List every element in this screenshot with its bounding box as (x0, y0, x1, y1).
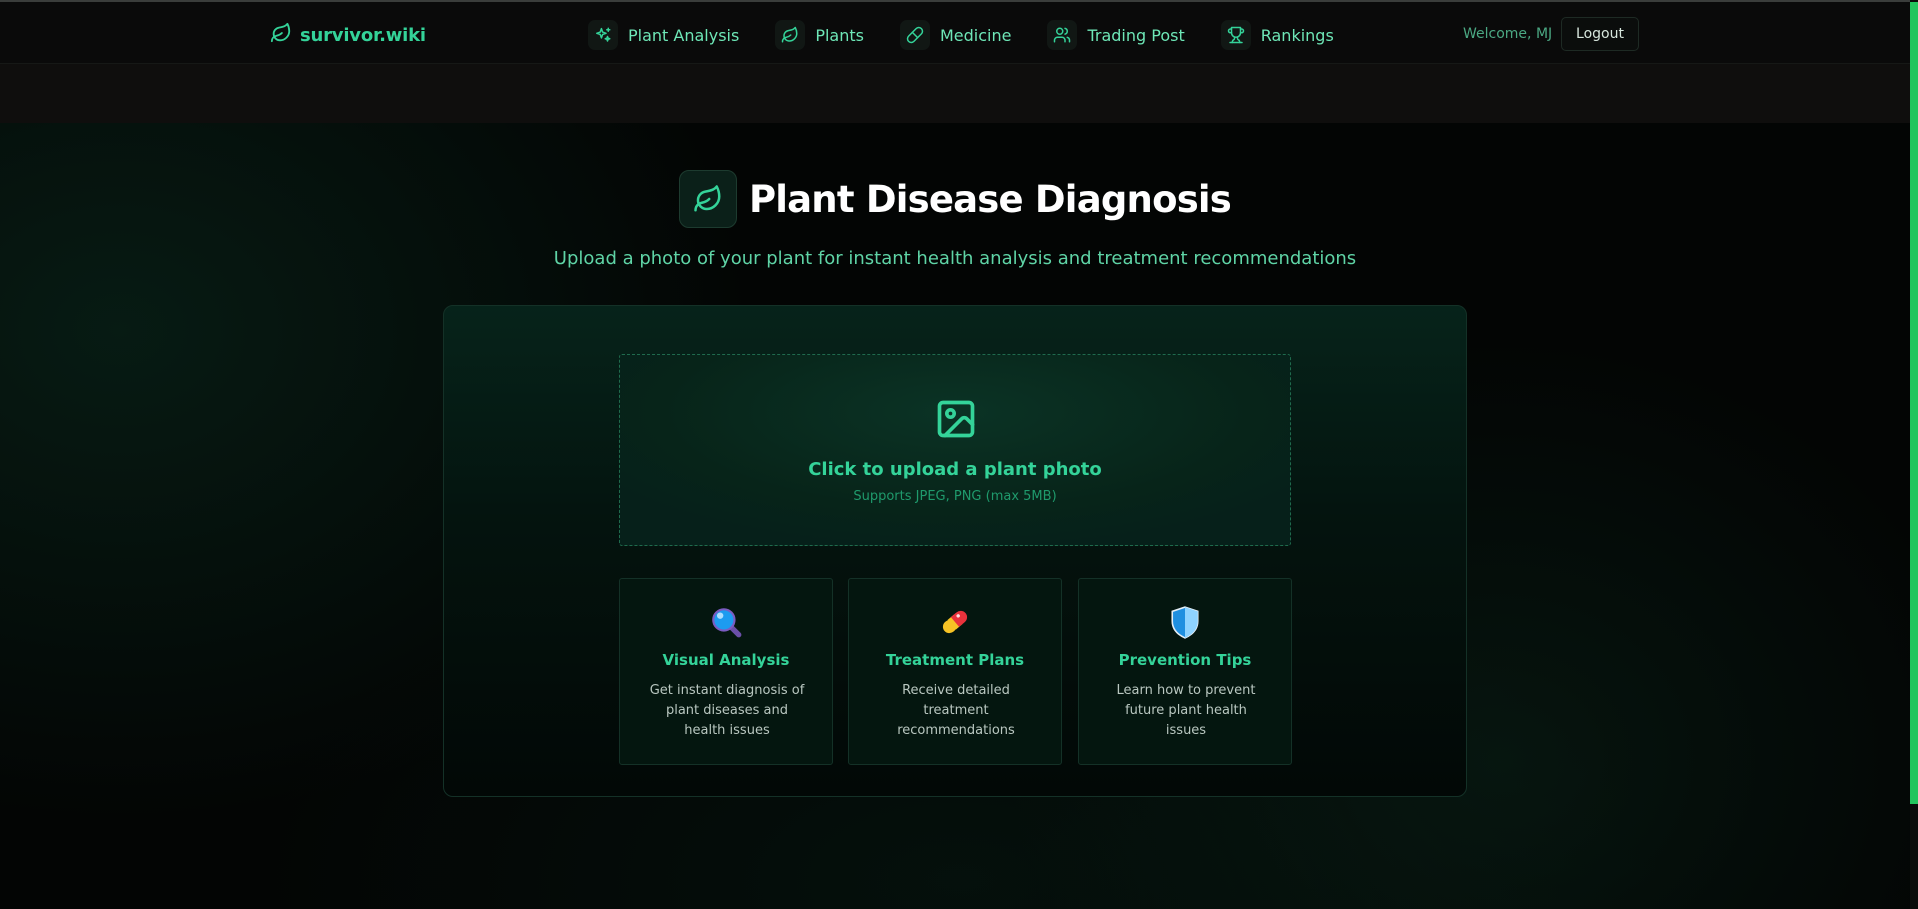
nav-item-medicine[interactable]: Medicine (899, 20, 1012, 50)
sparkles-icon (588, 20, 618, 50)
users-icon (1047, 20, 1078, 50)
nav-item-rankings[interactable]: Rankings (1220, 20, 1334, 50)
feature-title: Visual Analysis (662, 651, 790, 669)
top-navbar: survivor.wiki Plant Analysis Plants Medi… (0, 2, 1910, 64)
scrollbar-thumb[interactable] (1910, 2, 1918, 804)
trophy-icon (1220, 20, 1251, 50)
brand-logo-link[interactable]: survivor.wiki (270, 22, 426, 48)
page-subtitle: Upload a photo of your plant for instant… (553, 248, 1357, 269)
logout-button[interactable]: Logout (1561, 17, 1639, 51)
secondary-bar (0, 64, 1910, 123)
page-header: Plant Disease Diagnosis (0, 170, 1910, 228)
feature-card-visual-analysis: Visual Analysis Get instant diagnosis of… (619, 578, 833, 765)
welcome-text: Welcome, MJ (1463, 26, 1553, 42)
leaf-icon (678, 170, 737, 228)
feature-card-prevention-tips: Prevention Tips Learn how to prevent fut… (1078, 578, 1292, 765)
nav-label: Plants (815, 25, 864, 45)
magnifier-icon (620, 605, 832, 639)
brand-name: survivor.wiki (300, 24, 426, 46)
nav-item-plant-analysis[interactable]: Plant Analysis (588, 20, 739, 50)
upload-hint: Supports JPEG, PNG (max 5MB) (853, 489, 1057, 504)
upload-title: Click to upload a plant photo (808, 459, 1102, 480)
nav-item-plants[interactable]: Plants (775, 20, 864, 50)
nav-label: Trading Post (1087, 25, 1185, 45)
feature-title: Treatment Plans (885, 651, 1025, 669)
pill-icon (899, 20, 930, 50)
leaf-icon (775, 20, 806, 50)
shield-icon (1079, 605, 1291, 639)
nav-label: Plant Analysis (628, 25, 740, 45)
leaf-icon (270, 22, 292, 48)
feature-title: Prevention Tips (1118, 651, 1252, 669)
feature-description: Receive detailed treatment recommendatio… (897, 683, 1015, 738)
pill-icon (849, 605, 1061, 639)
feature-card-treatment-plans: Treatment Plans Receive detailed treatme… (848, 578, 1062, 765)
photo-upload-dropzone[interactable]: Click to upload a plant photo Supports J… (619, 354, 1291, 546)
image-icon (934, 397, 978, 445)
main-nav: Plant Analysis Plants Medicine Trading P… (588, 18, 1370, 52)
feature-description: Get instant diagnosis of plant diseases … (649, 683, 805, 738)
feature-description: Learn how to prevent future plant health… (1116, 683, 1256, 738)
nav-label: Medicine (939, 25, 1012, 45)
page-title: Plant Disease Diagnosis (748, 177, 1232, 221)
nav-label: Rankings (1260, 25, 1334, 45)
nav-item-trading-post[interactable]: Trading Post (1047, 20, 1185, 50)
